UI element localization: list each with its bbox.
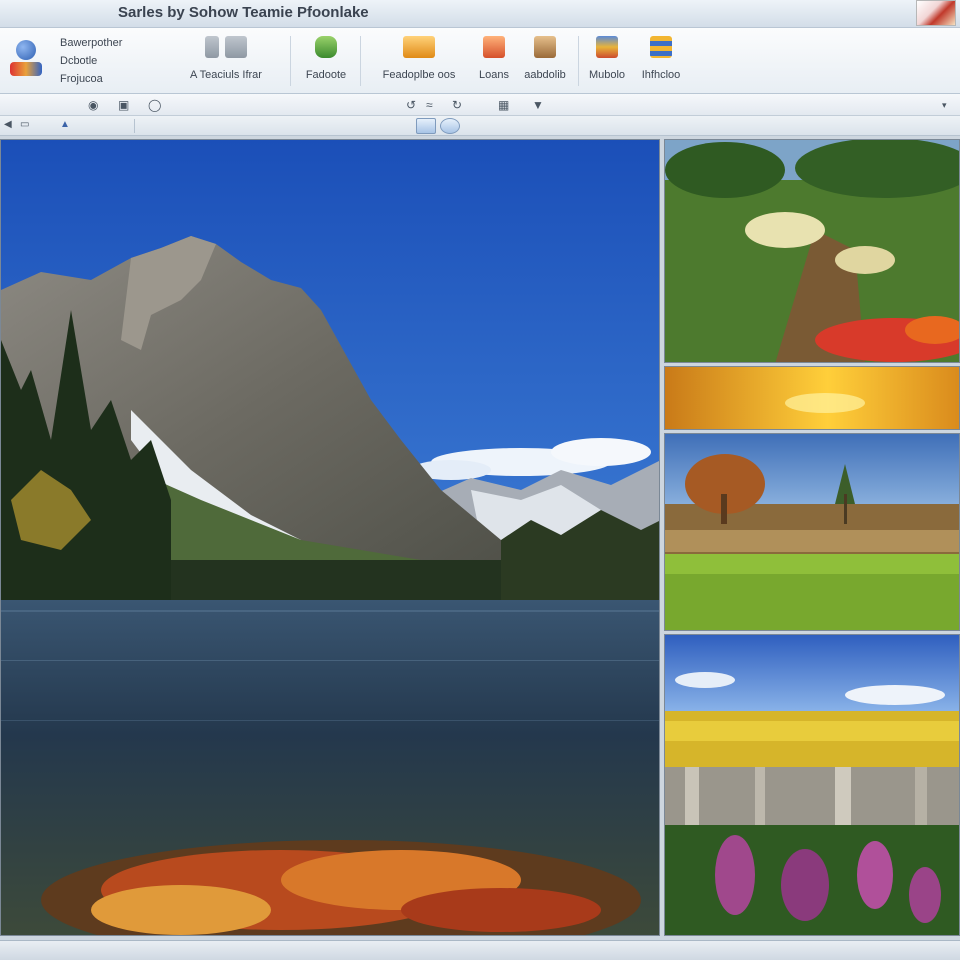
chevron-down-icon[interactable]: ▾ [942,98,947,112]
export-icon [315,36,337,58]
window-title: Sarles by Sohow Teamie Pfoonlake [118,4,369,21]
app-icon[interactable] [916,0,956,26]
export-label: Fadoote [305,69,347,81]
gallery-button[interactable]: A Teaciuls Ifrar [176,34,276,90]
rotate-icon[interactable]: ↻ [452,98,462,112]
ribbon-separator [360,36,361,86]
edit-photo-icon [534,36,556,58]
menu-item-bawerpother[interactable]: Bawerpother [60,34,160,52]
gallery-label: A Teaciuls Ifrar [190,69,262,81]
folder-small-icon[interactable]: ▭ [20,118,29,132]
info-icon[interactable]: ◯ [148,98,161,112]
link-icon[interactable]: ≈ [426,98,433,112]
flower-garden-image [665,140,959,362]
menu-item-dcbotle[interactable]: Dcbotle [60,52,160,70]
ribbon-menu: Bawerpother Dcbotle Frojucoa [60,34,160,88]
globe-icon [16,40,36,60]
loans-label: Loans [479,69,509,81]
palette-icon [10,62,42,76]
lock-icon[interactable]: ◉ [88,98,98,112]
export-button[interactable]: Fadoote [300,34,352,90]
layers-icon [650,36,672,58]
title-bar: Sarles by Sohow Teamie Pfoonlake [0,0,960,28]
image-icon [483,36,505,58]
thumbnail-strip [664,139,960,936]
thumbnail-autumn-meadow[interactable] [664,433,960,631]
wildflower-field-image [665,635,959,935]
gallery-icon [225,36,247,58]
ribbon-separator [290,36,291,86]
toolbar: ◉ ▣ ◯ ↺ ≈ ↻ ▦ ▼ ▾ [0,94,960,116]
main-photo[interactable] [0,139,660,936]
refresh-icon[interactable] [440,118,460,134]
media-button[interactable]: Mubolo [582,34,632,90]
folder-icon [403,36,435,58]
mountain-lake-image [1,140,659,935]
content-area [0,136,960,940]
media-label: Mubolo [588,69,626,81]
grid-icon[interactable]: ▦ [498,98,509,112]
autumn-meadow-image [665,434,959,630]
gallery-icon [205,36,219,58]
gear-icon[interactable]: ▣ [118,98,129,112]
ribbon: Bawerpother Dcbotle Frojucoa A Teaciuls … [0,28,960,94]
toolbar-separator [134,119,135,133]
ribbon-separator [578,36,579,86]
back-icon[interactable]: ◀ [4,118,12,132]
undo-icon[interactable]: ↺ [406,98,416,112]
thumbnail-wildflower-field[interactable] [664,634,960,936]
forward-icon[interactable]: ▲ [60,118,70,132]
filter-icon[interactable]: ▼ [532,98,544,112]
menu-item-frojucoa[interactable]: Frojucoa [60,70,160,88]
thumbnail-flower-garden[interactable] [664,139,960,363]
folder-button[interactable]: Feadoplbe oos [370,34,468,90]
edit-photo-label: aabdolib [524,69,566,81]
single-view-icon[interactable] [416,118,436,134]
layers-label: Ihfhcloo [641,69,681,81]
loans-button[interactable]: Loans [474,34,514,90]
edit-photo-button[interactable]: aabdolib [518,34,572,90]
folder-label: Feadoplbe oos [382,69,456,81]
view-toolbar: ◀ ▭ ▲ [0,116,960,136]
app-menu-button[interactable] [8,40,44,80]
media-icon [596,36,618,58]
layers-button[interactable]: Ihfhcloo [636,34,686,90]
thumbnail-sunset-sky[interactable] [664,366,960,430]
status-bar [0,940,960,960]
sunset-sky-image [665,367,959,429]
